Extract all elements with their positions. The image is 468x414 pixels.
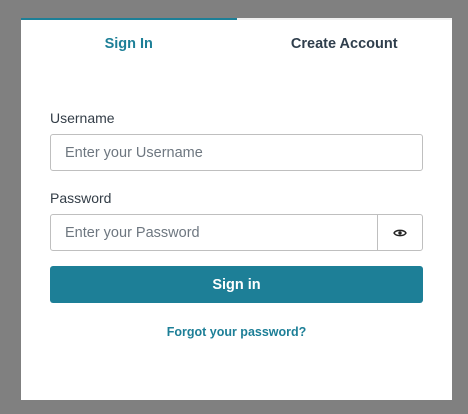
- password-input[interactable]: [51, 215, 377, 250]
- password-group: Password: [50, 188, 423, 251]
- tab-create-account[interactable]: Create Account: [236, 18, 452, 68]
- username-input[interactable]: [51, 135, 422, 170]
- password-field-wrapper: [50, 214, 423, 251]
- eye-icon: [393, 229, 407, 236]
- password-label: Password: [50, 190, 112, 206]
- username-label: Username: [50, 110, 115, 126]
- sign-in-button[interactable]: Sign in: [50, 266, 423, 303]
- forgot-password-link[interactable]: Forgot your password?: [50, 325, 423, 339]
- tab-sign-in[interactable]: Sign In: [21, 18, 237, 68]
- username-field-wrapper: [50, 134, 423, 171]
- sign-in-card: Sign In Create Account Username Password: [21, 18, 452, 400]
- auth-tabs: Sign In Create Account: [21, 18, 452, 68]
- show-password-button[interactable]: [377, 215, 422, 250]
- username-group: Username: [50, 108, 423, 171]
- sign-in-form: Username Password Sign in Forgot your pa…: [50, 108, 423, 339]
